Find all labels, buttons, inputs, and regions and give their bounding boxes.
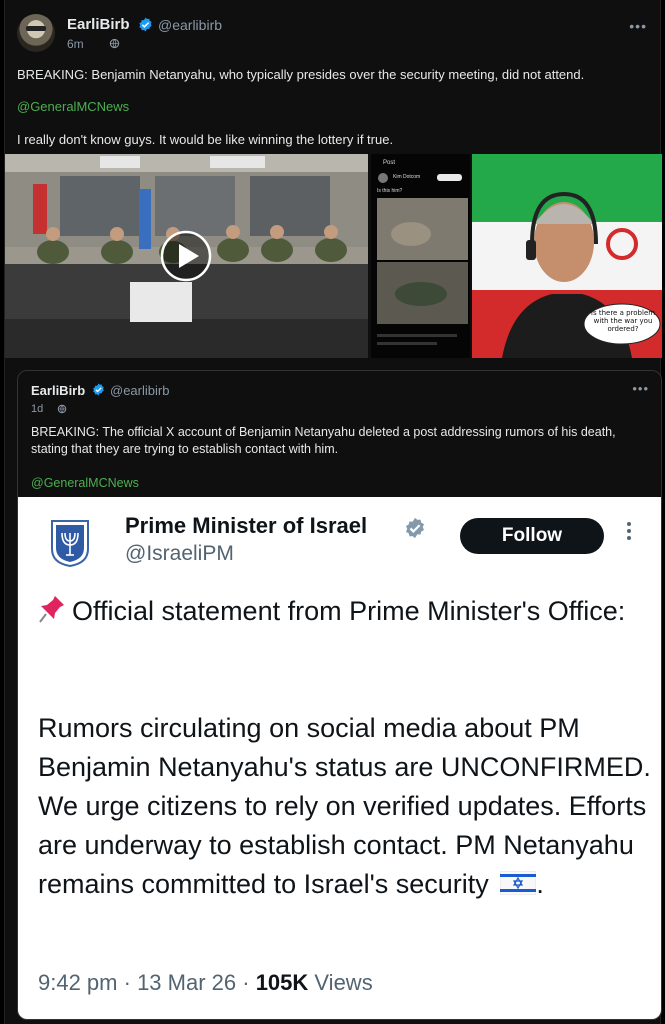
meme-image[interactable]: Is there a problem with the war you orde… <box>472 154 662 358</box>
menorah-emblem-icon <box>51 520 89 567</box>
quote-time[interactable]: 1d <box>31 403 43 415</box>
quoted-post[interactable]: EarliBirb @earlibirb 1d ••• BREAKING: Th… <box>17 370 662 1020</box>
statement-body-text: Rumors circulating on social media about… <box>38 713 651 899</box>
views-label: Views <box>314 970 373 995</box>
embedded-author-name: Prime Minister of Israel <box>125 513 368 538</box>
audience-icon <box>57 404 67 414</box>
speech-bubble-text: Is there a problem with the war you orde… <box>590 309 656 333</box>
meeting-room-image <box>5 154 368 358</box>
israel-flag-icon <box>500 871 537 895</box>
author-name[interactable]: EarliBirb <box>67 16 130 33</box>
media-grid: Post Kim Dotcom Is this him? Is there a … <box>5 154 662 358</box>
quote-mention-link[interactable]: @GeneralMCNews <box>31 476 139 490</box>
avatar[interactable] <box>17 14 55 52</box>
vertical-more-icon <box>625 519 633 545</box>
screenshot-question: Is this him? <box>377 188 403 194</box>
embedded-post-screenshot: Prime Minister of Israel @IsraeliPM Foll… <box>18 497 661 1019</box>
verified-badge-icon <box>139 17 152 32</box>
follow-button: Follow <box>460 518 604 554</box>
main-post: EarliBirb @earlibirb 6m ••• BREAKING: Be… <box>4 0 662 1024</box>
quote-more-options-icon[interactable]: ••• <box>632 381 649 396</box>
author-handle[interactable]: @earlibirb <box>158 17 222 33</box>
embedded-date: 13 Mar 26 <box>137 970 237 995</box>
statement-title-text: Official statement from Prime Minister's… <box>72 596 626 626</box>
phone-screenshot-graphic <box>371 154 470 358</box>
pushpin-icon <box>39 596 64 623</box>
post-header: EarliBirb @earlibirb 6m ••• <box>17 14 647 56</box>
embedded-author-handle: @IsraeliPM <box>125 542 234 565</box>
audience-icon <box>109 38 120 49</box>
statement-end: . <box>536 869 544 899</box>
post-time[interactable]: 6m <box>67 37 84 51</box>
screenshot-image[interactable]: Post Kim Dotcom Is this him? <box>371 154 470 358</box>
quote-author-handle[interactable]: @earlibirb <box>110 383 169 398</box>
embedded-meta: 9:42 pm · 13 Mar 26 · 105K Views <box>38 970 373 995</box>
views-count: 105K <box>255 970 309 995</box>
screenshot-user: Kim Dotcom <box>393 174 421 180</box>
statement-body: Rumors circulating on social media about… <box>38 709 653 904</box>
verified-badge-icon <box>93 383 104 396</box>
statement-title: Official statement from Prime Minister's… <box>38 592 648 630</box>
quote-author-name[interactable]: EarliBirb <box>31 383 85 398</box>
video-thumbnail[interactable] <box>5 154 368 358</box>
more-options-icon[interactable]: ••• <box>629 18 647 34</box>
verified-badge-icon <box>406 517 424 539</box>
post-text: BREAKING: Benjamin Netanyahu, who typica… <box>17 67 585 82</box>
mention-link[interactable]: @GeneralMCNews <box>17 99 129 114</box>
quote-text: BREAKING: The official X account of Benj… <box>31 425 616 456</box>
post-text-2: I really don't know guys. It would be li… <box>17 132 394 147</box>
screenshot-header: Post <box>383 160 396 166</box>
embedded-time: 9:42 pm <box>38 970 118 995</box>
